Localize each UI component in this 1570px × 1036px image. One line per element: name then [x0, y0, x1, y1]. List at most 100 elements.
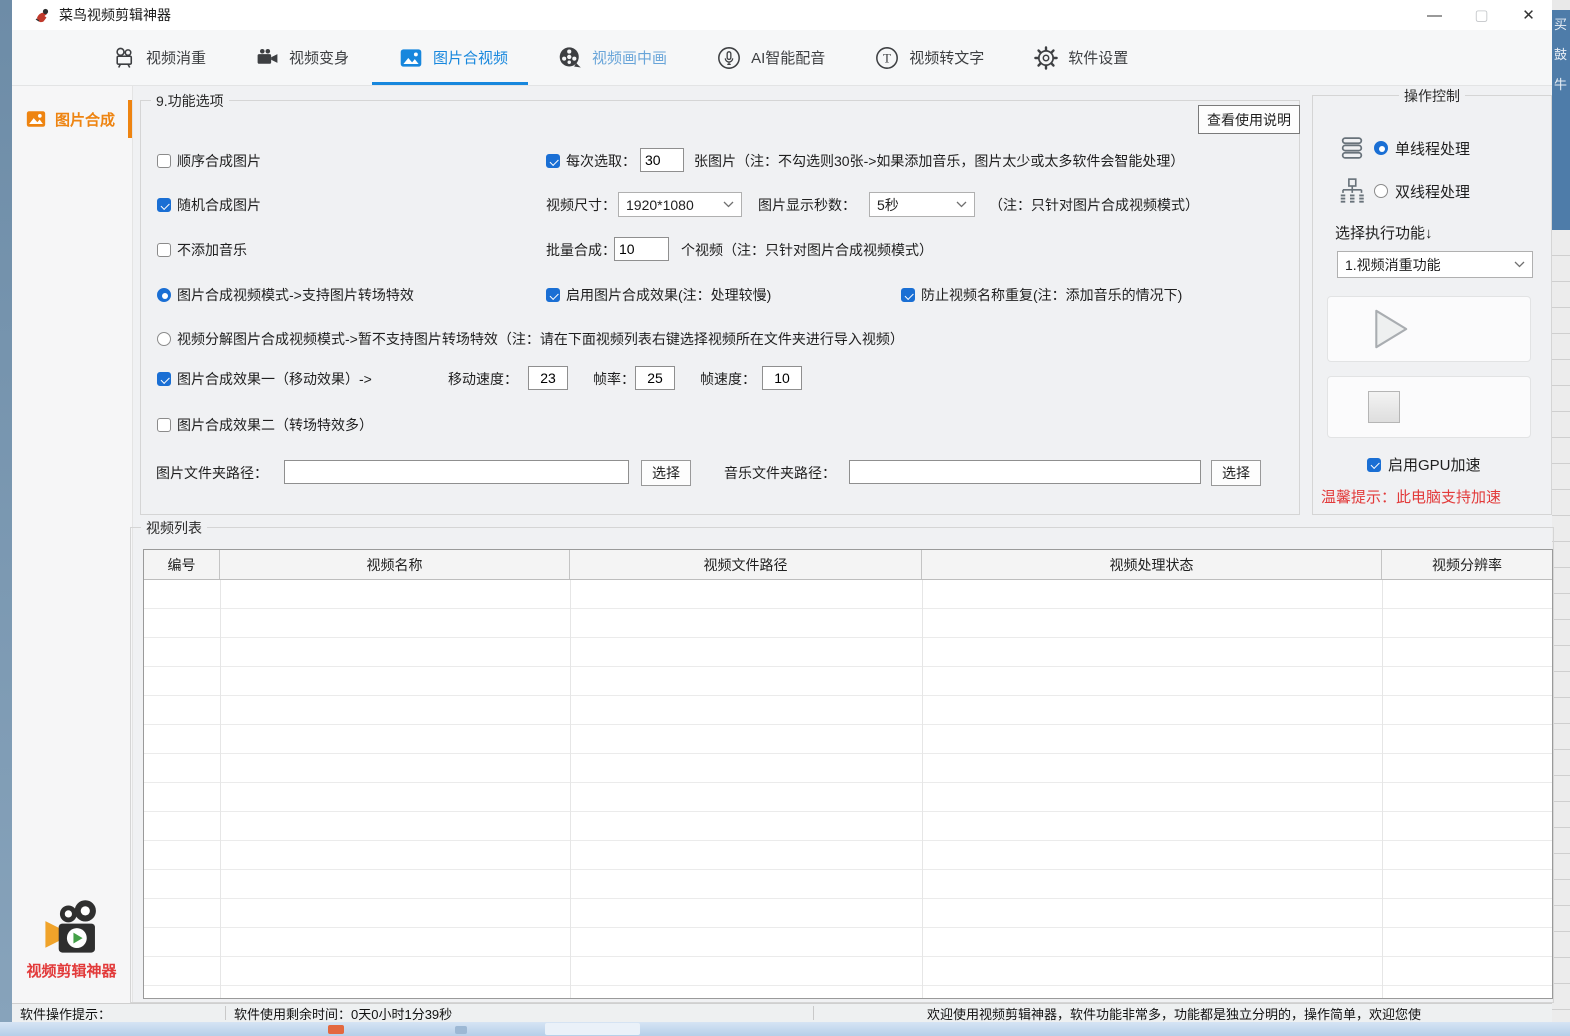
- video-size-select[interactable]: 1920*1080: [618, 192, 742, 217]
- pick-count-note: 张图片（注：不勾选则30张->如果添加音乐，图片太少或太多软件会智能处理）: [694, 147, 1184, 175]
- options-row: 顺序合成图片 每次选取： 张图片（注：不勾选则30张->如果添加音乐，图片太少或…: [141, 147, 1299, 175]
- tab-settings[interactable]: 软件设置: [1033, 30, 1128, 85]
- batch-label: 批量合成：: [546, 236, 616, 264]
- taskbar-icon[interactable]: [328, 1025, 344, 1034]
- column-header-resolution[interactable]: 视频分辨率: [1382, 550, 1552, 579]
- stop-button[interactable]: [1327, 376, 1531, 438]
- no-music-option[interactable]: 不添加音乐: [157, 236, 247, 264]
- tab-video-transform[interactable]: 视频变身: [255, 30, 349, 85]
- tab-video-pip[interactable]: 视频画中画: [557, 30, 667, 85]
- checkbox[interactable]: [157, 198, 171, 212]
- status-welcome-message: 欢迎使用视频剪辑神器，软件功能非常多，功能都是独立分明的，操作简单，欢迎您使: [927, 1004, 1552, 1022]
- status-remaining-time: 软件使用剩余时间：0天0小时1分39秒: [234, 1004, 452, 1022]
- move-speed-input[interactable]: [528, 366, 568, 390]
- column-divider: [1382, 580, 1383, 998]
- checkbox[interactable]: [546, 288, 560, 302]
- selected-value: 1920*1080: [626, 197, 694, 213]
- video-size-label: 视频尺寸：: [546, 191, 616, 219]
- seconds-select[interactable]: 5秒: [869, 192, 975, 217]
- status-divider: [813, 1006, 814, 1020]
- decompose-mode-radio-option[interactable]: 视频分解图片合成视频模式->暂不支持图片转场特效（注：请在下面视频列表右键选择视…: [157, 325, 904, 353]
- windows-taskbar[interactable]: [0, 1022, 1570, 1036]
- play-icon: [1362, 303, 1414, 355]
- tab-label: AI智能配音: [751, 47, 825, 68]
- table-body[interactable]: [144, 580, 1552, 998]
- options-row: 图片合成视频模式->支持图片转场特效 启用图片合成效果(注：处理较慢) 防止视频…: [141, 281, 1299, 309]
- checkbox[interactable]: [157, 154, 171, 168]
- music-folder-input[interactable]: [849, 460, 1201, 484]
- checkbox[interactable]: [1367, 458, 1381, 472]
- music-folder-browse-button[interactable]: 选择: [1211, 460, 1261, 486]
- title-bar[interactable]: 菜鸟视频剪辑神器 — ▢ ✕: [12, 0, 1552, 30]
- column-header-name[interactable]: 视频名称: [220, 550, 570, 579]
- radio-button[interactable]: [157, 332, 171, 346]
- tab-label: 图片合视频: [433, 47, 508, 68]
- view-instructions-button[interactable]: 查看使用说明: [1198, 105, 1300, 134]
- tab-ai-voice[interactable]: AI智能配音: [716, 30, 825, 85]
- checkbox[interactable]: [157, 418, 171, 432]
- status-left-label: 软件操作提示：: [20, 1004, 111, 1022]
- radio-button[interactable]: [1374, 184, 1388, 198]
- maximize-button[interactable]: ▢: [1458, 0, 1505, 30]
- taskbar-icon[interactable]: [455, 1026, 467, 1034]
- sidebar-item-image-compose[interactable]: 图片合成: [12, 98, 132, 140]
- sequential-compose-option[interactable]: 顺序合成图片: [157, 147, 261, 175]
- image-folder-input[interactable]: [284, 460, 629, 484]
- pick-count-input[interactable]: [640, 148, 684, 172]
- effect-one-option[interactable]: 图片合成效果一（移动效果）->: [157, 365, 372, 393]
- pick-count-option[interactable]: 每次选取：: [546, 147, 636, 175]
- enable-effect-option[interactable]: 启用图片合成效果(注：处理较慢): [546, 281, 771, 309]
- checkbox[interactable]: [901, 288, 915, 302]
- tab-image-to-video[interactable]: 图片合视频: [398, 30, 508, 85]
- single-thread-option[interactable]: 单线程处理: [1337, 134, 1470, 162]
- frame-rate-input[interactable]: [635, 366, 675, 390]
- image-mode-radio-option[interactable]: 图片合成视频模式->支持图片转场特效: [157, 281, 414, 309]
- video-table[interactable]: 编号 视频名称 视频文件路径 视频处理状态 视频分辨率: [143, 549, 1553, 999]
- start-button[interactable]: [1327, 296, 1531, 362]
- column-header-path[interactable]: 视频文件路径: [570, 550, 922, 579]
- tab-video-dedupe[interactable]: 视频消重: [112, 30, 206, 85]
- gpu-acceleration-option[interactable]: 启用GPU加速: [1367, 454, 1481, 475]
- random-compose-option[interactable]: 随机合成图片: [157, 191, 261, 219]
- option-label: 启用图片合成效果(注：处理较慢): [566, 285, 771, 305]
- operation-control-panel: 操作控制 单线程处理 双线程处理 选择执行功能↓: [1312, 95, 1552, 515]
- options-row: 图片合成效果一（移动效果）-> 移动速度： 帧率： 帧速度：: [141, 365, 1299, 393]
- options-row: 不添加音乐 批量合成： 个视频（注：只针对图片合成视频模式）: [141, 236, 1299, 264]
- function-select[interactable]: 1.视频消重功能: [1337, 251, 1533, 278]
- effect-two-option[interactable]: 图片合成效果二（转场特效多）: [157, 411, 373, 439]
- column-header-id[interactable]: 编号: [144, 550, 220, 579]
- tab-label: 视频消重: [146, 47, 206, 68]
- app-root: 买 鼓 牛 菜鸟视频剪辑神器 — ▢ ✕: [0, 0, 1570, 1036]
- radio-button[interactable]: [1374, 141, 1388, 155]
- bg-char: 牛: [1554, 70, 1570, 100]
- window-title: 菜鸟视频剪辑神器: [59, 5, 171, 25]
- radio-button[interactable]: [157, 288, 171, 302]
- background-window-strip: 买 鼓 牛: [1552, 0, 1570, 1022]
- image-folder-browse-button[interactable]: 选择: [641, 460, 691, 486]
- taskbar-active-app[interactable]: [545, 1023, 640, 1035]
- frame-speed-input[interactable]: [762, 366, 802, 390]
- dual-thread-option[interactable]: 双线程处理: [1337, 176, 1470, 206]
- checkbox[interactable]: [157, 372, 171, 386]
- stop-icon: [1368, 391, 1400, 423]
- prevent-duplicate-option[interactable]: 防止视频名称重复(注：添加音乐的情况下): [901, 281, 1182, 309]
- tab-label: 视频变身: [289, 47, 349, 68]
- batch-count-input[interactable]: [614, 237, 669, 261]
- status-divider: [225, 1006, 226, 1020]
- tab-video-to-text[interactable]: T 视频转文字: [874, 30, 984, 85]
- sidebar-item-label: 图片合成: [55, 109, 115, 130]
- seconds-note: （注：只针对图片合成视频模式）: [989, 191, 1199, 219]
- frame-rate-label: 帧率：: [593, 365, 635, 393]
- film-reel-icon: [557, 45, 583, 71]
- close-button[interactable]: ✕: [1505, 0, 1552, 30]
- option-label: 顺序合成图片: [177, 151, 261, 171]
- option-label: 图片合成效果一（移动效果）->: [177, 369, 372, 389]
- background-window-rows: [1552, 230, 1570, 1022]
- gpu-support-warning: 温馨提示：此电脑支持加速: [1321, 486, 1501, 507]
- minimize-button[interactable]: —: [1411, 0, 1458, 30]
- checkbox[interactable]: [157, 243, 171, 257]
- column-header-status[interactable]: 视频处理状态: [922, 550, 1382, 579]
- checkbox[interactable]: [546, 154, 560, 168]
- seconds-label: 图片显示秒数：: [758, 191, 856, 219]
- bg-char: 买: [1554, 10, 1570, 40]
